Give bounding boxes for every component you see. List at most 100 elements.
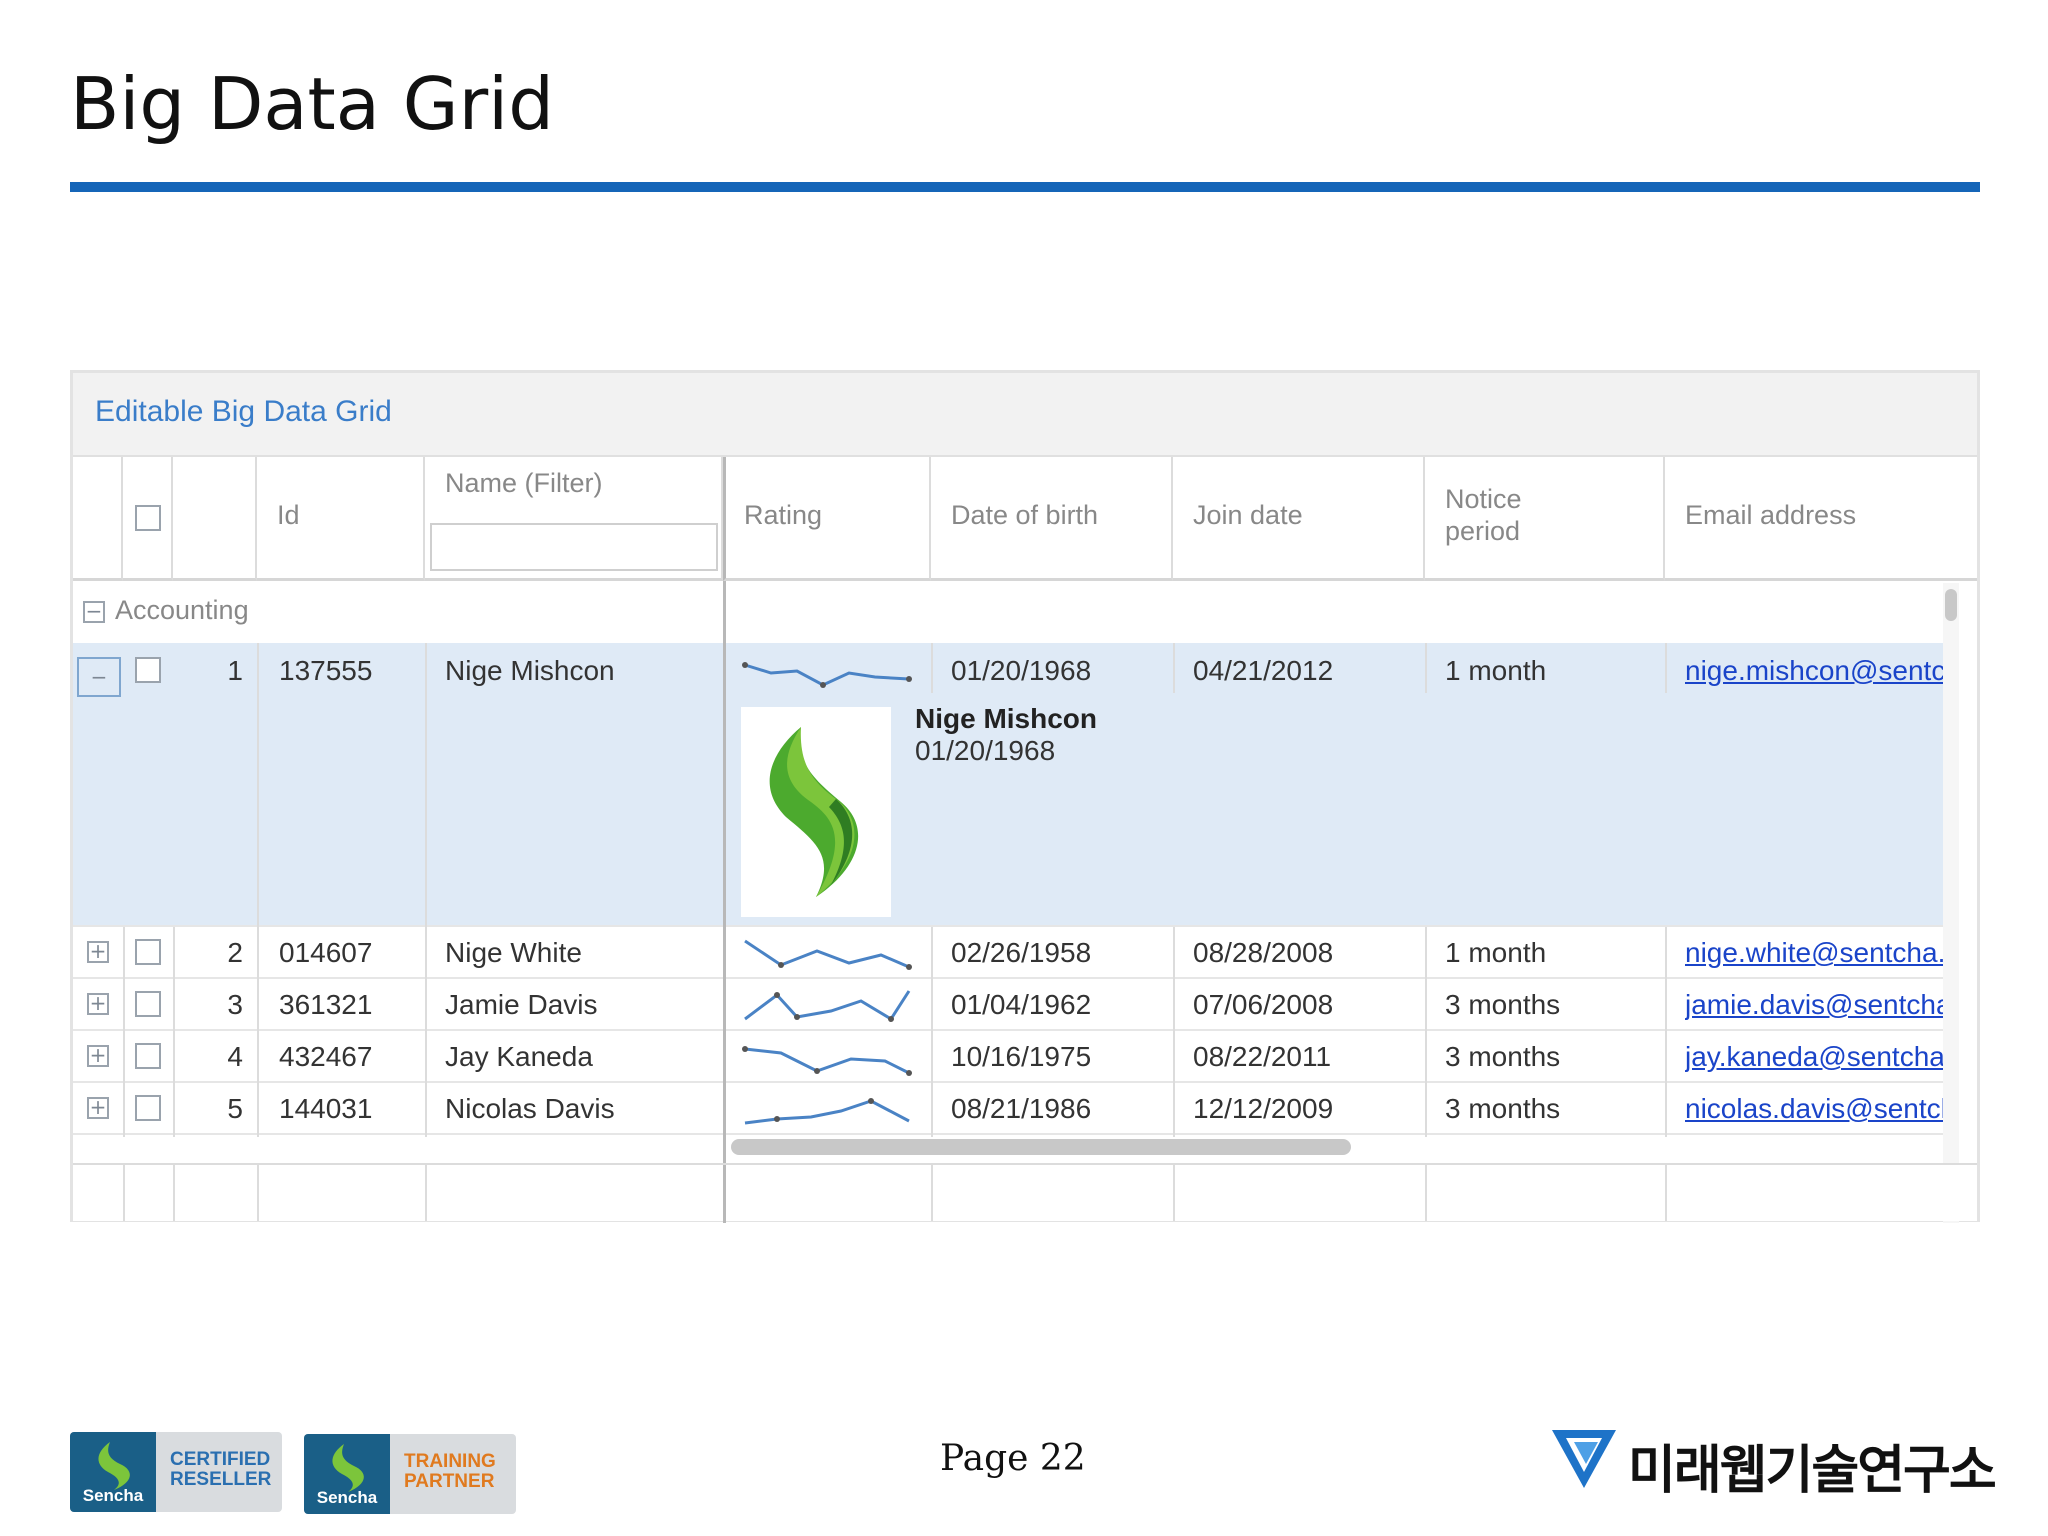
cell-name: Jamie Davis <box>445 989 598 1020</box>
column-divider <box>1173 1165 1175 1221</box>
collapse-row-icon[interactable]: − <box>77 657 121 697</box>
cell-email-link[interactable]: nige.white@sentcha.c <box>1685 937 1947 969</box>
expand-icon[interactable]: + <box>87 993 109 1015</box>
locked-divider <box>723 643 726 927</box>
slide-title: Big Data Grid <box>70 62 554 146</box>
cell-dob: 01/20/1968 <box>951 655 1092 686</box>
group-header-row[interactable]: − Accounting <box>73 581 1953 644</box>
column-divider <box>425 643 427 1137</box>
row-number: 2 <box>227 937 243 968</box>
header-email[interactable]: Email address <box>1665 457 1977 581</box>
training-partner-badge: Sencha TRAINING PARTNER <box>304 1434 516 1514</box>
cell-join: 08/22/2011 <box>1193 1041 1332 1072</box>
table-row[interactable]: + 2 014607 Nige White 02/26/1958 08/28/2… <box>73 927 1953 979</box>
row-checkbox[interactable] <box>135 1043 161 1069</box>
column-divider <box>123 1165 125 1221</box>
organization-name: 미래웹기술연구소 <box>1628 1441 1997 1501</box>
column-divider <box>1665 927 1667 1137</box>
table-row[interactable]: − 1 137555 Nige Mishcon 01/20/1968 04/21… <box>73 643 1953 927</box>
column-divider <box>1173 643 1175 693</box>
locked-divider <box>723 581 726 643</box>
column-divider <box>1665 643 1667 693</box>
certified-reseller-badge: Sencha CERTIFIED RESELLER <box>70 1432 282 1512</box>
header-select-col <box>123 457 173 581</box>
cell-name: Jay Kaneda <box>445 1041 593 1072</box>
cell-join: 07/06/2008 <box>1193 989 1334 1020</box>
rating-sparkline <box>744 1098 910 1125</box>
header-dob-label: Date of birth <box>951 500 1099 530</box>
row-checkbox[interactable] <box>135 939 161 965</box>
big-data-grid: Editable Big Data Grid Id Name (Filter) … <box>70 370 1980 1223</box>
cell-dob: 10/16/1975 <box>951 1041 1092 1072</box>
header-rating[interactable]: Rating <box>723 457 931 581</box>
vertical-scrollbar[interactable] <box>1943 583 1959 1223</box>
cell-notice: 3 months <box>1445 1093 1561 1124</box>
sencha-logo-image <box>741 707 891 917</box>
row-number: 5 <box>227 1093 243 1124</box>
grid-title: Editable Big Data Grid <box>95 395 392 428</box>
cell-id: 014607 <box>279 937 373 968</box>
table-row[interactable]: + 5 144031 Nicolas Davis 08/21/1986 12/1… <box>73 1083 1953 1135</box>
grid-header-bar: Editable Big Data Grid <box>73 373 1977 457</box>
row-checkbox[interactable] <box>135 657 161 683</box>
cell-email-link[interactable]: nicolas.davis@sentch <box>1685 1093 1947 1125</box>
column-divider <box>1173 927 1175 1137</box>
cell-email-link[interactable]: nige.mishcon@sentc <box>1685 655 1947 687</box>
column-divider <box>257 643 259 1137</box>
sencha-leaf-icon: Sencha <box>70 1432 156 1512</box>
summary-row <box>73 1163 1977 1221</box>
sencha-leaf-icon: Sencha <box>304 1434 390 1514</box>
table-row[interactable]: + 3 361321 Jamie Davis 01/04/1962 07/06/… <box>73 979 1953 1031</box>
expand-icon[interactable]: + <box>87 1097 109 1119</box>
cell-dob: 01/04/1962 <box>951 989 1092 1020</box>
select-all-checkbox[interactable] <box>135 505 161 531</box>
rating-sparkline <box>742 1046 912 1076</box>
horizontal-scrollbar[interactable] <box>731 1139 1351 1155</box>
row-checkbox[interactable] <box>135 1095 161 1121</box>
header-notice-label-1: Notice <box>1445 484 1522 514</box>
row-number: 3 <box>227 989 243 1020</box>
header-join[interactable]: Join date <box>1173 457 1425 581</box>
header-expander-col <box>73 457 123 581</box>
collapse-icon[interactable]: − <box>83 601 105 623</box>
column-divider <box>173 927 175 1137</box>
badge-line: CERTIFIED <box>170 1449 271 1470</box>
row-number: 1 <box>227 655 243 686</box>
column-divider <box>1425 1165 1427 1221</box>
table-row[interactable]: + 4 432467 Jay Kaneda 10/16/1975 08/22/2… <box>73 1031 1953 1083</box>
cell-name: Nicolas Davis <box>445 1093 615 1124</box>
column-divider <box>1425 927 1427 1137</box>
column-divider <box>931 927 933 1137</box>
header-notice-label-2: period <box>1445 516 1521 546</box>
header-notice[interactable]: Notice period <box>1425 457 1665 581</box>
row-number: 4 <box>227 1041 243 1072</box>
header-id[interactable]: Id <box>257 457 425 581</box>
cell-notice: 3 months <box>1445 1041 1561 1072</box>
name-filter-input[interactable] <box>430 523 718 571</box>
expand-icon[interactable]: + <box>87 941 109 963</box>
header-id-label: Id <box>277 500 300 530</box>
cell-notice: 1 month <box>1445 655 1547 686</box>
header-email-label: Email address <box>1685 500 1857 530</box>
header-dob[interactable]: Date of birth <box>931 457 1173 581</box>
column-divider <box>425 1165 427 1221</box>
cell-email-link[interactable]: jay.kaneda@sentcha. <box>1685 1041 1947 1073</box>
detail-name: Nige Mishcon <box>915 703 1098 734</box>
badge-line: RESELLER <box>170 1469 272 1490</box>
cell-join: 08/28/2008 <box>1193 937 1334 968</box>
cell-email-link[interactable]: jamie.davis@sentcha. <box>1685 989 1947 1021</box>
page-number: Page 22 <box>940 1438 1086 1479</box>
cell-dob: 02/26/1958 <box>951 937 1092 968</box>
header-rownum-col <box>173 457 257 581</box>
badge-text: CERTIFIED RESELLER <box>170 1450 271 1490</box>
cell-id: 144031 <box>279 1093 373 1124</box>
expand-icon[interactable]: + <box>87 1045 109 1067</box>
header-name[interactable]: Name (Filter) <box>425 457 723 581</box>
badge-brand: Sencha <box>316 1488 378 1507</box>
rating-sparkline <box>742 662 912 688</box>
company-logo-icon <box>1552 1430 1616 1488</box>
vertical-scroll-thumb[interactable] <box>1945 589 1957 621</box>
row-checkbox[interactable] <box>135 991 161 1017</box>
rating-sparkline <box>744 990 911 1022</box>
cell-id: 137555 <box>279 655 373 686</box>
